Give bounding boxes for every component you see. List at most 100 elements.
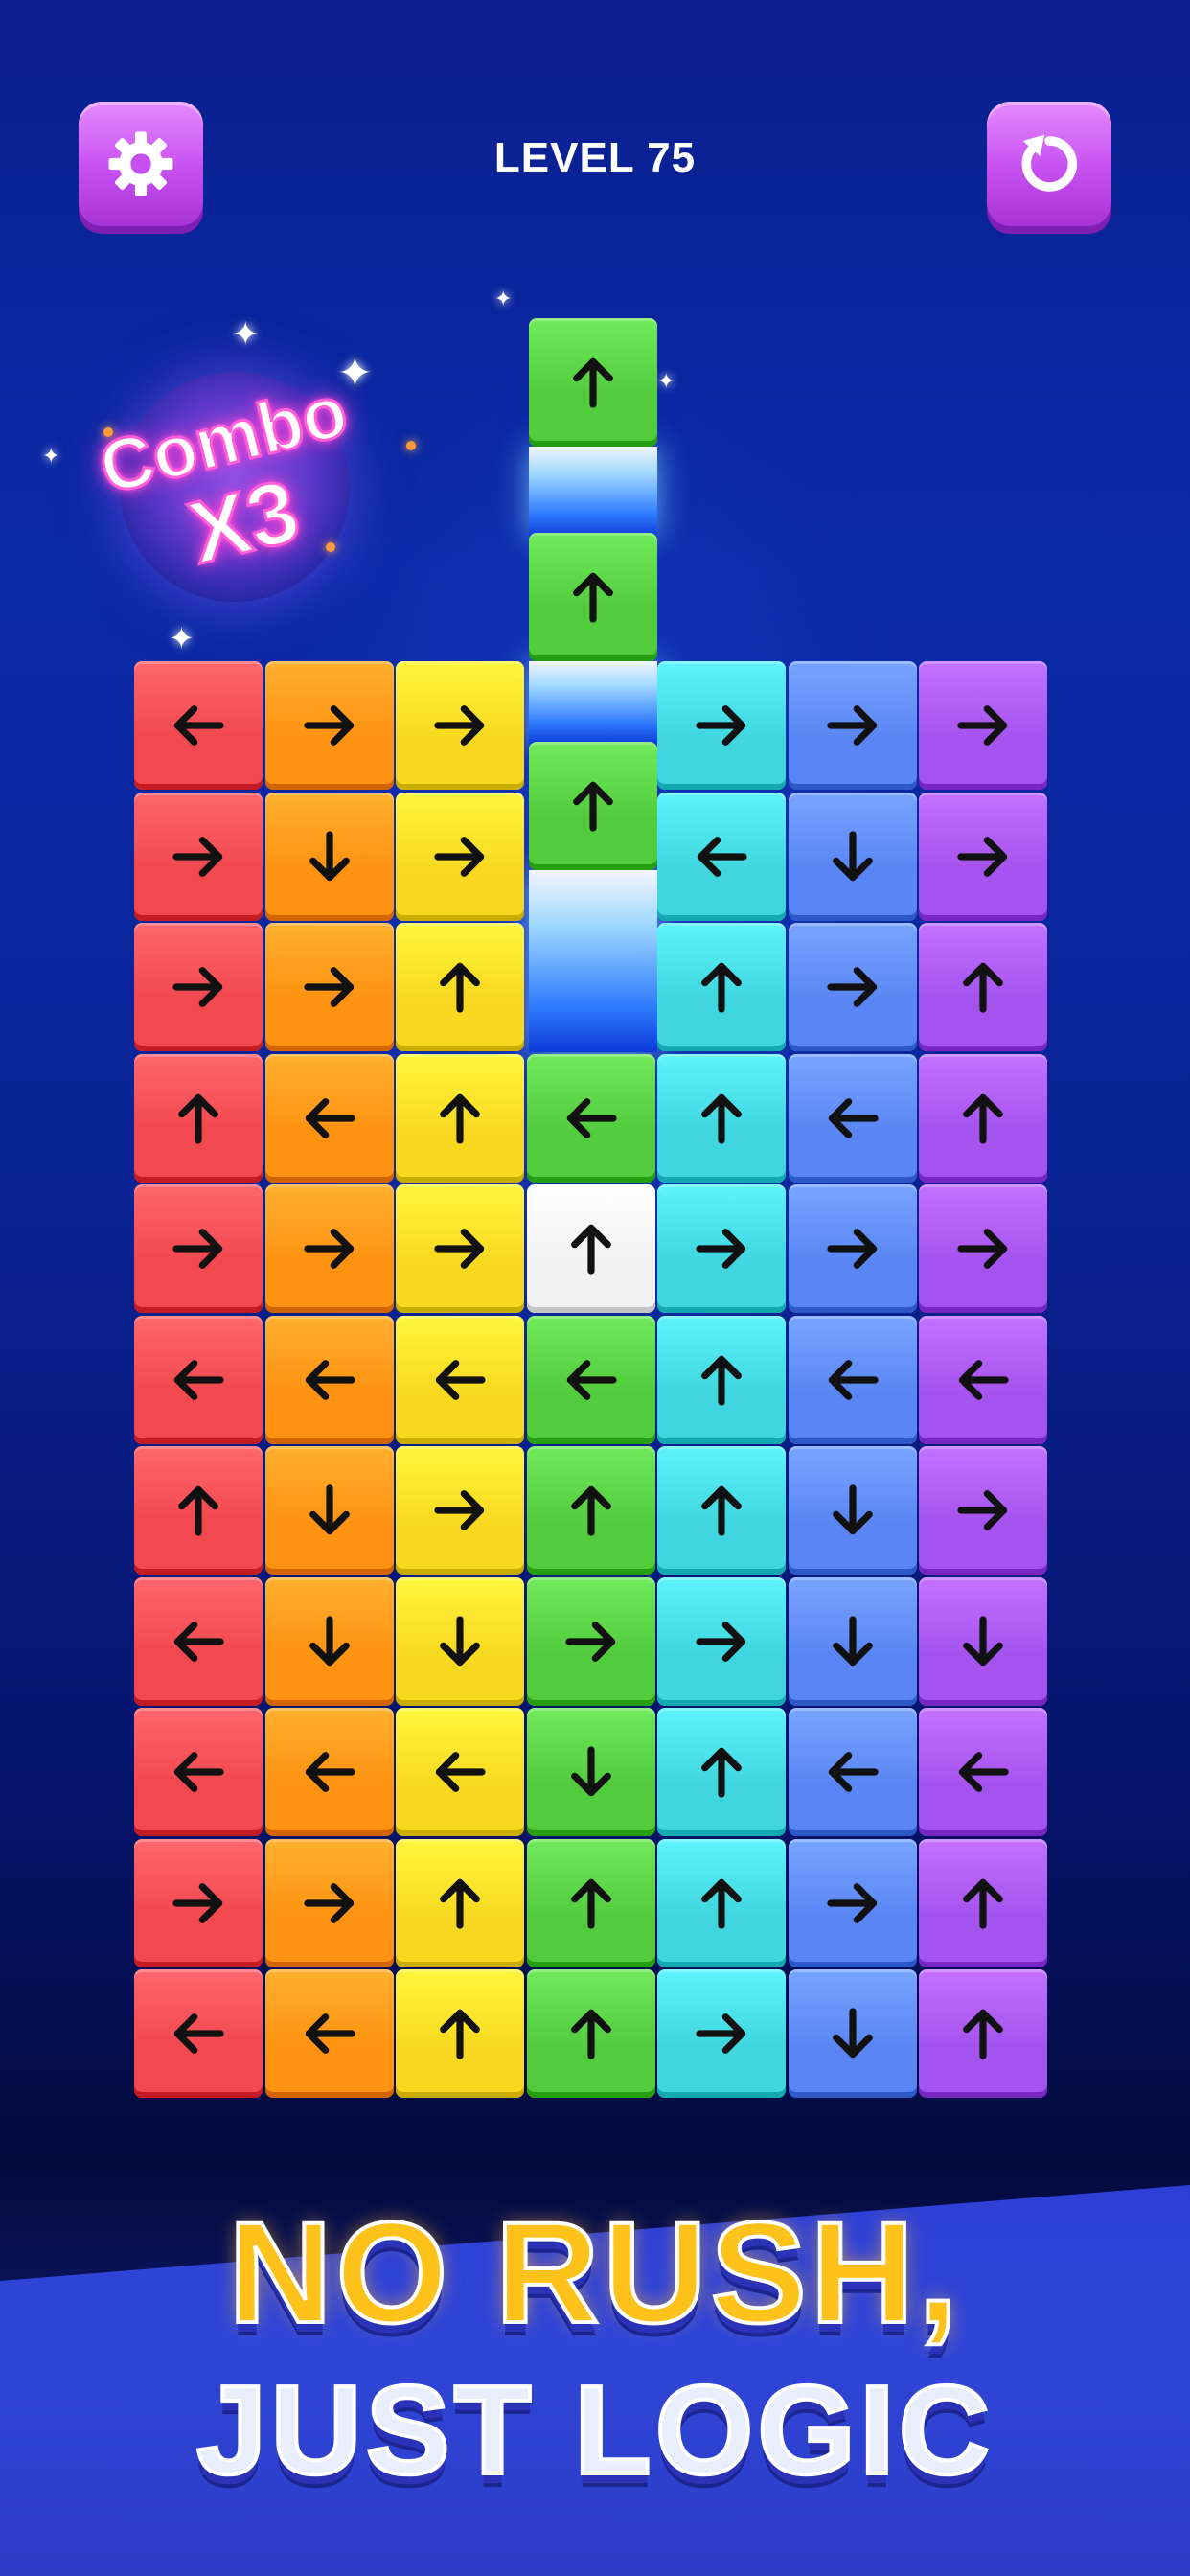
- grid-tile[interactable]: [264, 1053, 394, 1183]
- grid-tile[interactable]: [396, 1969, 524, 2098]
- grid-tile[interactable]: [788, 923, 917, 1051]
- grid-tile[interactable]: [264, 1446, 394, 1575]
- grid-tile[interactable]: [396, 1184, 524, 1313]
- grid-tile[interactable]: [526, 1969, 655, 2098]
- arrow-down-icon: [832, 2008, 873, 2058]
- grid-tile[interactable]: [134, 1315, 263, 1444]
- grid-tile[interactable]: [396, 1708, 524, 1836]
- grid-tile[interactable]: [134, 1446, 263, 1575]
- grid-tile[interactable]: [919, 923, 1047, 1051]
- grid-tile[interactable]: [264, 1969, 394, 2098]
- grid-tile[interactable]: [134, 1053, 263, 1183]
- grid-tile[interactable]: [264, 1576, 394, 1706]
- grid-tile[interactable]: [657, 1184, 786, 1313]
- grid-tile[interactable]: [526, 1576, 655, 1706]
- arrow-up-icon: [963, 962, 1003, 1013]
- grid-tile[interactable]: [526, 1708, 655, 1836]
- grid-tile[interactable]: [396, 661, 524, 790]
- grid-tile[interactable]: [396, 1446, 524, 1575]
- grid-tile[interactable]: [788, 1708, 917, 1836]
- grid-tile[interactable]: [788, 1838, 917, 1967]
- grid-tile[interactable]: [396, 1053, 524, 1183]
- grid-tile[interactable]: [134, 792, 263, 921]
- arrow-right-icon: [957, 1490, 1008, 1530]
- arrow-right-icon: [303, 705, 354, 746]
- grid-tile[interactable]: [526, 1838, 655, 1967]
- grid-tile[interactable]: [396, 1838, 524, 1967]
- grid-tile[interactable]: [396, 1576, 524, 1706]
- grid-tile[interactable]: [788, 1053, 917, 1183]
- arrow-up-icon: [178, 1485, 218, 1536]
- grid-tile[interactable]: [919, 1969, 1047, 2098]
- moving-tile[interactable]: [529, 533, 657, 661]
- grid-tile[interactable]: [264, 1184, 394, 1313]
- grid-tile[interactable]: [134, 1576, 263, 1706]
- arrow-up-icon: [440, 2009, 480, 2059]
- moving-tile[interactable]: [529, 742, 657, 870]
- grid-tile[interactable]: [657, 661, 786, 790]
- arrow-down-icon: [832, 1615, 873, 1666]
- grid-tile[interactable]: [264, 1708, 394, 1836]
- grid-tile[interactable]: [788, 1969, 917, 2098]
- arrow-down-icon: [309, 830, 350, 881]
- arrow-up-icon: [440, 1093, 480, 1144]
- grid-tile[interactable]: [919, 1315, 1047, 1444]
- grid-tile[interactable]: [657, 1446, 786, 1575]
- arrow-right-icon: [696, 1621, 746, 1662]
- grid-tile[interactable]: [396, 923, 524, 1051]
- grid-tile[interactable]: [919, 1838, 1047, 1967]
- grid-tile[interactable]: [657, 1315, 786, 1444]
- arrow-right-icon: [172, 836, 223, 877]
- grid-tile[interactable]: [919, 1708, 1047, 1836]
- grid-tile[interactable]: [134, 1708, 263, 1836]
- grid-tile[interactable]: [919, 1576, 1047, 1706]
- grid-tile[interactable]: [264, 1315, 394, 1444]
- grid-tile[interactable]: [264, 661, 394, 790]
- grid-tile[interactable]: [919, 1053, 1047, 1183]
- arrow-up-icon: [570, 1878, 611, 1929]
- arrow-left-icon: [173, 1752, 224, 1792]
- grid-tile[interactable]: [788, 792, 917, 921]
- grid-tile[interactable]: [526, 1053, 655, 1183]
- grid-tile[interactable]: [657, 1576, 786, 1706]
- grid-tile[interactable]: [657, 1708, 786, 1836]
- grid-tile[interactable]: [788, 1576, 917, 1706]
- grid-tile[interactable]: [788, 1184, 917, 1313]
- arrow-up-icon: [963, 1878, 1003, 1929]
- arrow-right-icon: [303, 1229, 354, 1269]
- arrow-down-icon: [440, 1615, 480, 1666]
- grid-tile[interactable]: [919, 1446, 1047, 1575]
- grid-tile[interactable]: [657, 1969, 786, 2098]
- grid-tile[interactable]: [919, 792, 1047, 921]
- grid-tile[interactable]: [788, 1446, 917, 1575]
- grid-tile[interactable]: [396, 792, 524, 921]
- grid-tile[interactable]: [526, 1184, 655, 1313]
- arrow-left-icon: [958, 1359, 1009, 1400]
- grid-tile[interactable]: [264, 923, 394, 1051]
- grid-tile[interactable]: [396, 1315, 524, 1444]
- grid-tile[interactable]: [264, 1838, 394, 1967]
- grid-tile[interactable]: [526, 1446, 655, 1575]
- arrow-up-icon: [573, 781, 613, 832]
- grid-tile[interactable]: [134, 923, 263, 1051]
- grid-tile[interactable]: [657, 792, 786, 921]
- moving-tile[interactable]: [529, 318, 657, 447]
- grid-tile[interactable]: [788, 661, 917, 790]
- grid-tile[interactable]: [657, 923, 786, 1051]
- arrow-up-icon: [701, 1485, 742, 1536]
- grid-tile[interactable]: [657, 1053, 786, 1183]
- arrow-right-icon: [564, 1621, 615, 1662]
- grid-tile[interactable]: [526, 1315, 655, 1444]
- banner-title-line1: NO RUSH,: [226, 2190, 962, 2355]
- grid-tile[interactable]: [919, 1184, 1047, 1313]
- grid-tile[interactable]: [788, 1315, 917, 1444]
- grid-tile[interactable]: [134, 1184, 263, 1313]
- grid-tile[interactable]: [919, 661, 1047, 790]
- grid-tile[interactable]: [264, 792, 394, 921]
- banner-title-line2: JUST LOGIC: [195, 2358, 995, 2502]
- grid-tile[interactable]: [134, 1838, 263, 1967]
- arrow-left-icon: [566, 1359, 617, 1400]
- grid-tile[interactable]: [134, 661, 263, 790]
- grid-tile[interactable]: [657, 1838, 786, 1967]
- grid-tile[interactable]: [134, 1969, 263, 2098]
